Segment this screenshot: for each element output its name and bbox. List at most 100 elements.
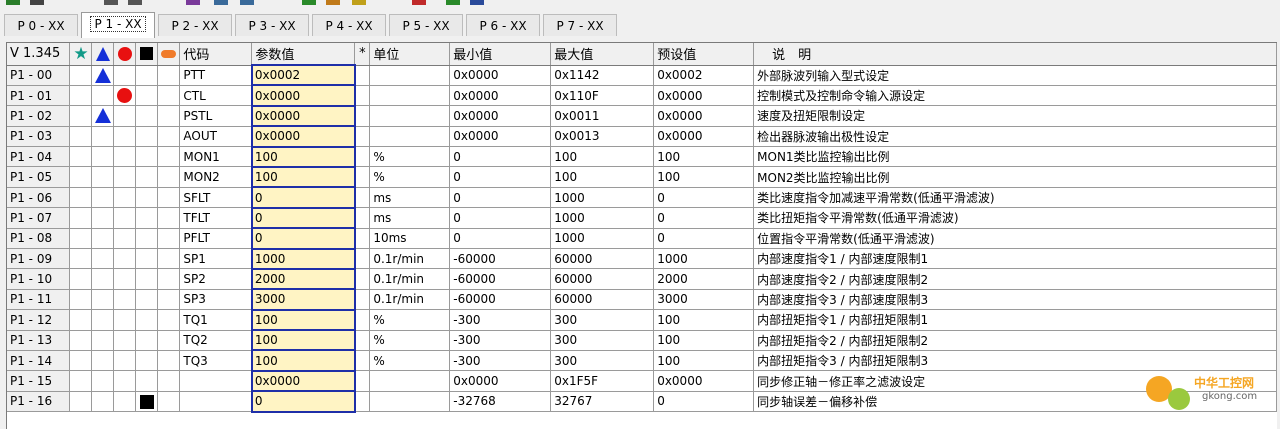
tab-p0[interactable]: P 0 - XX — [4, 14, 78, 36]
table-row[interactable]: P1 - 16 0 -32768 32767 0 同步轴误差－偏移补偿 — [7, 390, 1277, 413]
toolbar-icon[interactable] — [446, 0, 460, 5]
param-id: P1 - 09 — [7, 248, 71, 270]
param-value-input[interactable]: 0 — [250, 227, 356, 250]
param-value-input[interactable]: 0 — [250, 186, 356, 209]
table-row[interactable]: P1 - 09 SP1 1000 0.1r/min -60000 60000 1000 内部速… — [7, 247, 1277, 270]
tab-p7[interactable]: P 7 - XX — [543, 14, 617, 36]
tab-p3[interactable]: P 3 - XX — [235, 14, 309, 36]
tab-label: P 6 - XX — [479, 19, 527, 33]
param-value-input[interactable]: 0 — [250, 206, 356, 230]
tab-label: P 7 - XX — [556, 19, 604, 33]
table-row[interactable]: P1 - 11 SP3 3000 0.1r/min -60000 60000 3000 内部速… — [7, 288, 1277, 311]
toolbar-icon[interactable] — [470, 0, 484, 5]
table-row[interactable]: P1 - 03 AOUT 0x0000 0x0000 0x0013 0x0000 检出器脉波… — [7, 125, 1277, 148]
param-description: 类比扭矩指令平滑常数(低通平滑滤波) — [753, 207, 1277, 229]
toolbar-icon[interactable] — [128, 0, 142, 5]
toolbar-icon[interactable] — [352, 0, 366, 5]
toolbar-icon[interactable] — [412, 0, 426, 5]
toolbar-icon[interactable] — [240, 0, 254, 5]
modified-flag — [354, 126, 371, 148]
column-header-unit[interactable]: 单位 — [369, 43, 451, 66]
tab-p5[interactable]: P 5 - XX — [389, 14, 463, 36]
param-code: MON2 — [179, 166, 253, 188]
param-default: 0x0000 — [653, 370, 755, 392]
flag-cell — [69, 146, 93, 168]
toolbar-icon[interactable] — [186, 0, 200, 5]
oval-icon[interactable] — [157, 43, 181, 66]
param-max: 300 — [550, 309, 655, 331]
column-header-code[interactable]: 代码 — [179, 43, 253, 66]
tab-p4[interactable]: P 4 - XX — [312, 14, 386, 36]
param-description: 内部速度指令2 / 内部速度限制2 — [753, 268, 1277, 290]
param-value-input[interactable]: 100 — [250, 308, 356, 332]
table-row[interactable]: P1 - 06 SFLT 0 ms 0 1000 0 类比速度指令加减速平滑常数(低通平滑滤波… — [7, 186, 1277, 209]
table-row[interactable]: P1 - 14 TQ3 100% -300 300 100 内部扭矩指令3 / 内部扭矩限制… — [7, 349, 1277, 372]
toolbar-icon[interactable] — [104, 0, 118, 5]
param-unit — [369, 370, 451, 392]
param-value-input[interactable]: 1000 — [250, 247, 356, 270]
flag-cell — [69, 289, 93, 311]
flag-cell — [113, 166, 137, 188]
table-row[interactable]: P1 - 13 TQ2 100% -300 300 100 内部扭矩指令2 / 内部扭矩限制… — [7, 329, 1277, 352]
column-header-description[interactable]: 说 明 — [753, 43, 1277, 66]
param-value-input[interactable]: 2000 — [250, 267, 356, 291]
param-id: P1 - 01 — [7, 85, 71, 107]
toolbar-icon[interactable] — [326, 0, 340, 5]
param-default: 100 — [653, 146, 755, 168]
column-header-param-value[interactable]: 参数值 — [251, 43, 356, 66]
square-icon[interactable] — [135, 43, 159, 66]
flag-cell — [157, 330, 181, 351]
flag-cell — [91, 309, 115, 331]
param-id: P1 - 03 — [7, 126, 71, 148]
table-row[interactable]: P1 - 10 SP2 2000 0.1r/min -60000 60000 2000 内部速… — [7, 267, 1277, 291]
param-value-input[interactable]: 100 — [250, 165, 356, 189]
tab-p6[interactable]: P 6 - XX — [466, 14, 540, 36]
param-unit: % — [369, 166, 451, 188]
flag-cell — [113, 207, 137, 229]
table-row[interactable]: P1 - 00 PTT 0x0002 0x0000 0x1142 0x0002 外部脉波列输… — [7, 63, 1277, 87]
watermark-domain: gkong.com — [1202, 391, 1258, 402]
toolbar-icon[interactable] — [302, 0, 316, 5]
table-row[interactable]: P1 - 08 PFLT 0 10ms 0 1000 0 位置指令平滑常数(低通平滑滤波) — [7, 227, 1277, 250]
table-row[interactable]: P1 - 07 TFLT 0 ms 0 1000 0 类比扭矩指令平滑常数(低通平滑滤波) — [7, 206, 1277, 230]
column-header-default[interactable]: 预设值 — [653, 43, 755, 66]
flag-cell — [135, 309, 159, 331]
param-value-input[interactable]: 100 — [250, 349, 356, 372]
table-row[interactable]: P1 - 05 MON2 100% 0 100 100 MON2类比监控输出比例 — [7, 165, 1277, 189]
star-icon[interactable]: ★ — [69, 43, 93, 66]
param-max: 60000 — [550, 289, 655, 311]
param-value-input[interactable]: 0x0000 — [250, 104, 356, 128]
toolbar-icon[interactable] — [6, 0, 20, 5]
param-unit: % — [369, 350, 451, 372]
flag-cell — [69, 228, 93, 250]
toolbar-icon[interactable] — [214, 0, 228, 5]
column-header-star[interactable]: * — [354, 43, 371, 66]
param-value-input[interactable]: 0x0002 — [250, 63, 356, 87]
column-header-min[interactable]: 最小值 — [449, 43, 552, 66]
tab-label: P 3 - XX — [248, 19, 296, 33]
table-row[interactable]: P1 - 01 CTL 0x0000 0x0000 0x110F 0x0000 控制模式及控… — [7, 84, 1277, 107]
flag-cell — [157, 187, 181, 209]
tab-p1[interactable]: P 1 - XX — [81, 12, 155, 38]
param-description: MON1类比监控输出比例 — [753, 146, 1277, 168]
param-description: 位置指令平滑常数(低通平滑滤波) — [753, 228, 1277, 250]
param-description: 内部速度指令1 / 内部速度限制1 — [753, 248, 1277, 270]
param-value-input[interactable]: 3000 — [250, 288, 356, 311]
param-default: 0 — [653, 391, 755, 413]
param-value-input[interactable]: 0x0000 — [250, 84, 356, 107]
toolbar-icon[interactable] — [30, 0, 44, 5]
tab-p2[interactable]: P 2 - XX — [158, 14, 232, 36]
param-value-input[interactable]: 100 — [250, 145, 356, 168]
circle-icon[interactable] — [113, 43, 137, 66]
table-row[interactable]: P1 - 04 MON1 100% 0 100 100 MON1类比监控输出比例 — [7, 145, 1277, 168]
table-row[interactable]: P1 - 02 PSTL 0x0000 0x0000 0x0011 0x0000 速度及扭矩… — [7, 104, 1277, 128]
param-value-input[interactable]: 100 — [250, 329, 356, 352]
param-value-input[interactable]: 0 — [250, 390, 356, 413]
param-value-input[interactable]: 0x0000 — [250, 369, 356, 393]
triangle-icon[interactable] — [91, 43, 115, 66]
param-value-input[interactable]: 0x0000 — [250, 125, 356, 148]
table-row[interactable]: P1 - 12 TQ1 100% -300 300 100 内部扭矩指令1 / 内部扭矩限制… — [7, 308, 1277, 332]
table-row[interactable]: P1 - 15 0x0000 0x0000 0x1F5F 0x0000 同步修正轴－修正率… — [7, 369, 1277, 393]
column-header-max[interactable]: 最大值 — [550, 43, 655, 66]
flag-cell — [113, 105, 137, 127]
